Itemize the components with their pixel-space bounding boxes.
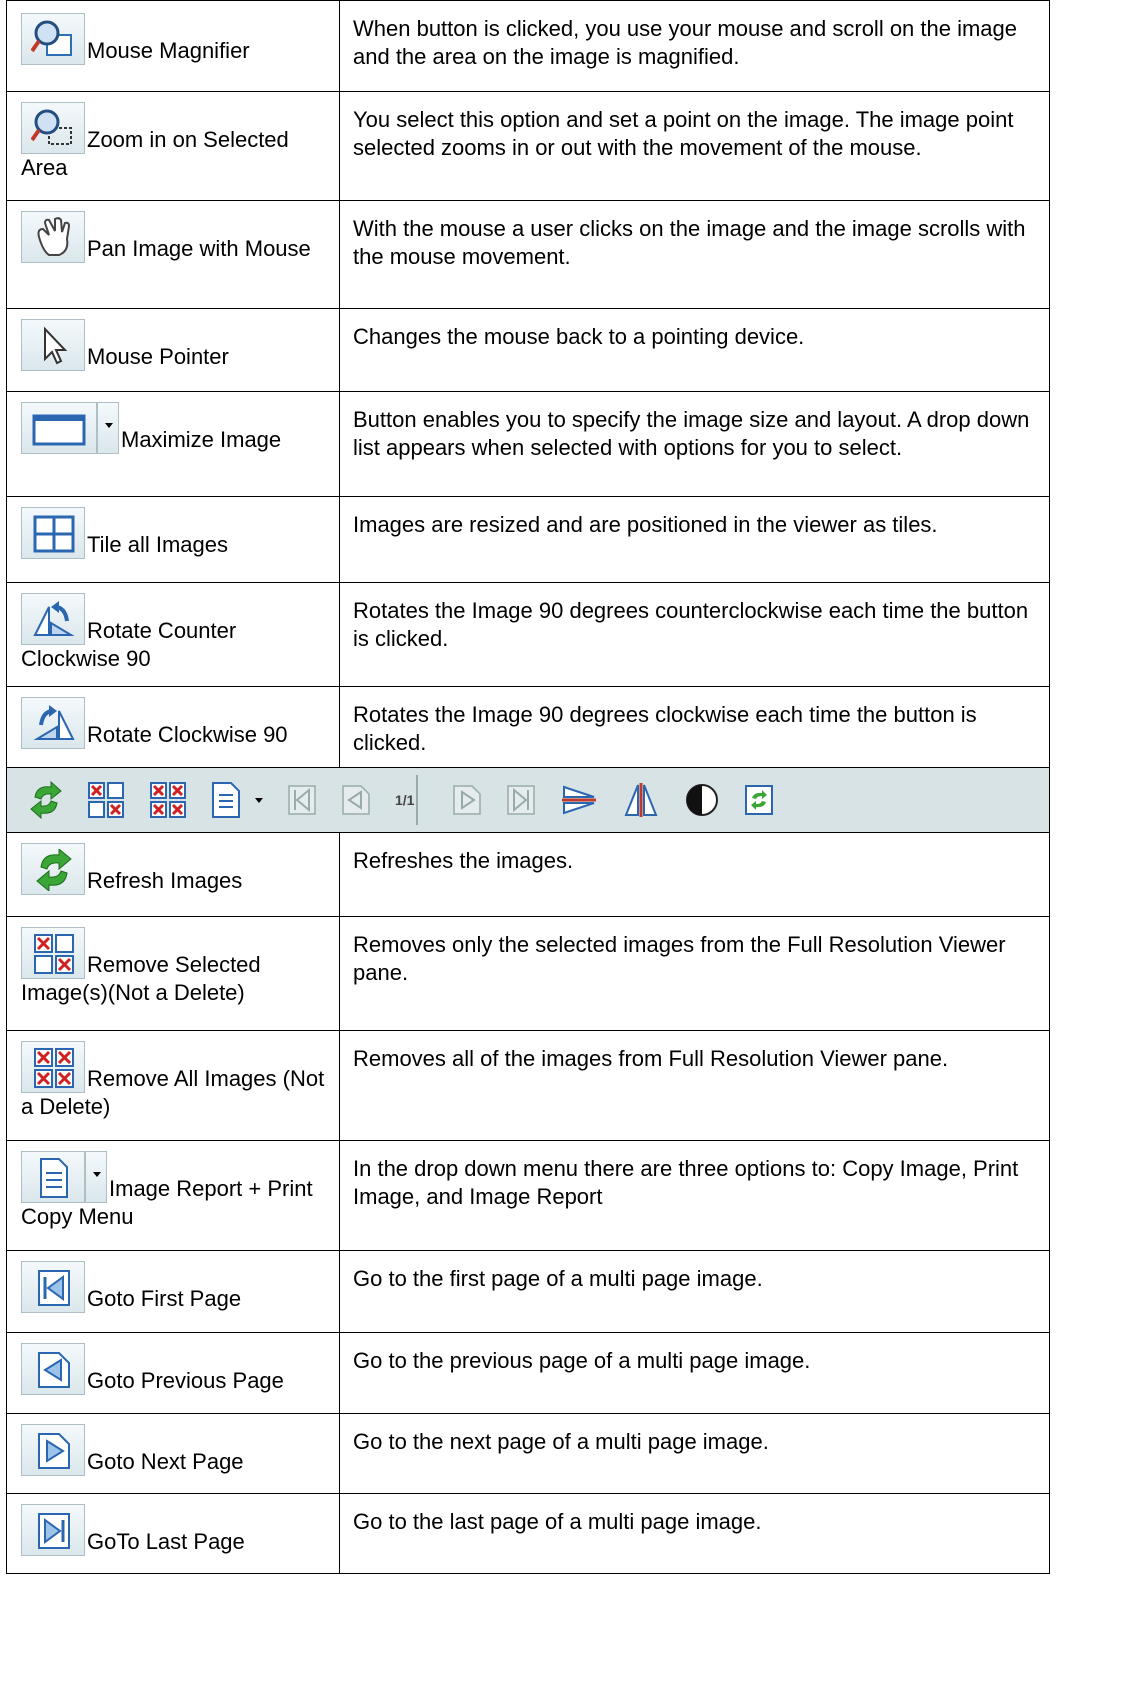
row-description: With the mouse a user clicks on the imag… bbox=[339, 200, 1050, 309]
first-page-icon[interactable] bbox=[287, 775, 317, 825]
last-page-icon[interactable] bbox=[506, 775, 536, 825]
row-description: Changes the mouse back to a pointing dev… bbox=[339, 308, 1050, 392]
row-description: You select this option and set a point o… bbox=[339, 91, 1050, 201]
rotate-cw-icon bbox=[21, 697, 85, 749]
table-row: Image Report + Print Copy Menu In the dr… bbox=[6, 1140, 1050, 1251]
row-label: Mouse Pointer bbox=[87, 344, 229, 369]
next-page-icon bbox=[21, 1424, 85, 1476]
row-description: Go to the previous page of a multi page … bbox=[339, 1332, 1050, 1414]
table-row: Mouse Magnifier When button is clicked, … bbox=[6, 0, 1050, 92]
pointer-icon bbox=[21, 319, 85, 371]
table-row: Goto Previous Page Go to the previous pa… bbox=[6, 1332, 1050, 1414]
remove-all-icon bbox=[21, 1041, 85, 1093]
report-icon bbox=[21, 1151, 85, 1203]
zoom-area-icon bbox=[21, 102, 85, 154]
row-description: Go to the first page of a multi page ima… bbox=[339, 1250, 1050, 1333]
maximize-icon bbox=[21, 402, 97, 454]
row-description: In the drop down menu there are three op… bbox=[339, 1140, 1050, 1251]
refresh-icon[interactable] bbox=[29, 775, 63, 825]
row-label: GoTo Last Page bbox=[87, 1529, 245, 1554]
table-row: Pan Image with Mouse With the mouse a us… bbox=[6, 200, 1050, 309]
table-row: Refresh Images Refreshes the images. bbox=[6, 832, 1050, 917]
refresh-small-icon[interactable] bbox=[744, 775, 774, 825]
row-label: Mouse Magnifier bbox=[87, 38, 250, 63]
dropdown-arrow-icon[interactable] bbox=[85, 1151, 107, 1203]
row-description: Button enables you to specify the image … bbox=[339, 391, 1050, 497]
row-label: Goto Next Page bbox=[87, 1449, 244, 1474]
flip-horizontal-icon[interactable] bbox=[622, 775, 660, 825]
row-description: Removes only the selected images from th… bbox=[339, 916, 1050, 1031]
dropdown-arrow-icon[interactable] bbox=[97, 402, 119, 454]
remove-selected-icon[interactable] bbox=[87, 775, 125, 825]
row-label: Goto First Page bbox=[87, 1286, 242, 1311]
toolbar-reference-table: Mouse Magnifier When button is clicked, … bbox=[6, 0, 1050, 1574]
previous-page-icon bbox=[21, 1343, 85, 1395]
last-page-icon bbox=[21, 1504, 85, 1556]
first-page-icon bbox=[21, 1261, 85, 1313]
row-label: Tile all Images bbox=[87, 532, 229, 557]
table-row: Remove All Images (Not a Delete) Removes… bbox=[6, 1030, 1050, 1141]
table-row: Remove Selected Image(s)(Not a Delete) R… bbox=[6, 916, 1050, 1031]
table-row: GoTo Last Page Go to the last page of a … bbox=[6, 1493, 1050, 1574]
rotate-ccw-icon bbox=[21, 593, 85, 645]
viewer-toolbar: 1/1 bbox=[7, 768, 1049, 832]
table-row: Rotate Counter Clockwise 90 Rotates the … bbox=[6, 582, 1050, 687]
next-page-icon[interactable] bbox=[452, 775, 482, 825]
tile-icon bbox=[21, 507, 85, 559]
row-description: Images are resized and are positioned in… bbox=[339, 496, 1050, 583]
table-row: Rotate Clockwise 90 Rotates the Image 90… bbox=[6, 686, 1050, 768]
row-label: Pan Image with Mouse bbox=[87, 236, 311, 261]
invert-colors-icon[interactable] bbox=[684, 775, 720, 825]
row-description: Rotates the Image 90 degrees clockwise e… bbox=[339, 686, 1050, 768]
refresh-icon bbox=[21, 843, 85, 895]
magnifier-icon bbox=[21, 13, 85, 65]
row-description: Rotates the Image 90 degrees countercloc… bbox=[339, 582, 1050, 687]
hand-icon bbox=[21, 211, 85, 263]
page-indicator: 1/1 bbox=[395, 775, 419, 825]
table-row: Maximize Image Button enables you to spe… bbox=[6, 391, 1050, 497]
report-icon[interactable] bbox=[211, 775, 241, 825]
toolbar-row: 1/1 bbox=[6, 767, 1050, 833]
table-row: Zoom in on Selected Area You select this… bbox=[6, 91, 1050, 201]
row-label: Maximize Image bbox=[121, 427, 282, 452]
remove-all-icon[interactable] bbox=[149, 775, 187, 825]
row-description: Removes all of the images from Full Reso… bbox=[339, 1030, 1050, 1141]
row-description: Go to the next page of a multi page imag… bbox=[339, 1413, 1050, 1494]
dropdown-arrow-icon[interactable] bbox=[255, 797, 263, 803]
row-description: Refreshes the images. bbox=[339, 832, 1050, 917]
row-label: Rotate Clockwise 90 bbox=[87, 722, 288, 747]
table-row: Mouse Pointer Changes the mouse back to … bbox=[6, 308, 1050, 392]
row-label: Refresh Images bbox=[87, 868, 243, 893]
table-row: Goto Next Page Go to the next page of a … bbox=[6, 1413, 1050, 1494]
table-row: Tile all Images Images are resized and a… bbox=[6, 496, 1050, 583]
table-row: Goto First Page Go to the first page of … bbox=[6, 1250, 1050, 1333]
row-description: When button is clicked, you use your mou… bbox=[339, 0, 1050, 92]
remove-selected-icon bbox=[21, 927, 85, 979]
row-description: Go to the last page of a multi page imag… bbox=[339, 1493, 1050, 1574]
previous-page-icon[interactable] bbox=[341, 775, 371, 825]
flip-vertical-icon[interactable] bbox=[560, 775, 598, 825]
row-label: Goto Previous Page bbox=[87, 1368, 284, 1393]
